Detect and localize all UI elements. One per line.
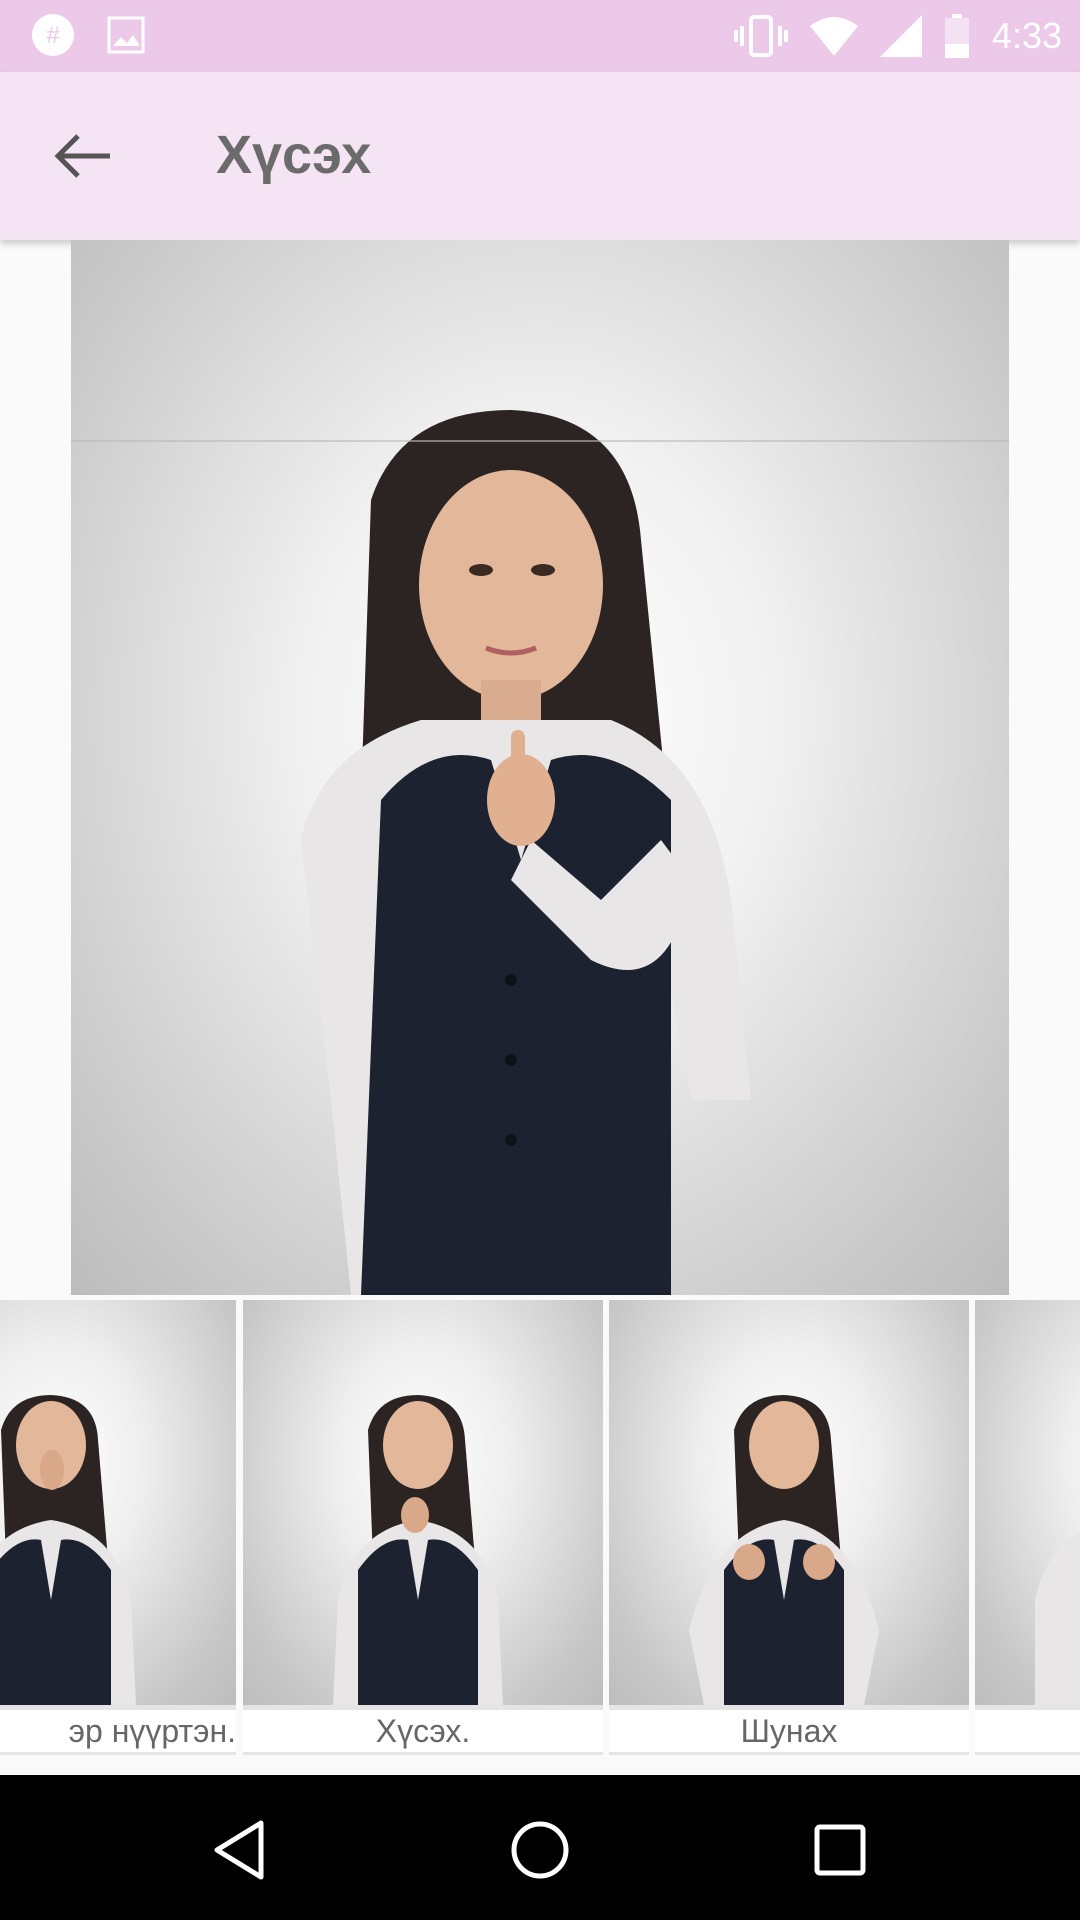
wifi-icon <box>809 17 858 56</box>
nav-back-button[interactable] <box>205 1815 275 1885</box>
thumbnail-item[interactable]: эр нүүртэн. <box>0 1300 236 1755</box>
thumbnail-figure <box>333 1395 503 1705</box>
person-figure <box>301 410 751 1295</box>
home-circle-icon <box>511 1821 569 1879</box>
page-title: Хүсэх <box>216 125 372 185</box>
app-bar: Хүсэх <box>0 72 1080 240</box>
arrow-left-icon <box>54 134 110 178</box>
nav-home-button[interactable] <box>505 1815 575 1885</box>
nav-recents-button[interactable] <box>805 1815 875 1885</box>
thumbnail-item[interactable] <box>975 1300 1080 1755</box>
thumbnail-caption: эр нүүртэн. <box>0 1710 236 1752</box>
thumbnail-item[interactable]: Хүсэх. <box>243 1300 603 1755</box>
thumbnail-item[interactable]: Шунах <box>609 1300 969 1755</box>
thumbnail-image <box>609 1300 969 1705</box>
navigation-bar <box>0 1775 1080 1920</box>
thumbnail-image <box>243 1300 603 1705</box>
status-bar: # 4:33 <box>0 0 1080 72</box>
vibrate-icon <box>733 15 788 57</box>
back-button[interactable] <box>52 128 116 184</box>
clock: 4:33 <box>991 15 1062 56</box>
thumbnail-figure <box>1035 1531 1080 1705</box>
thumbnail-caption: Шунах <box>609 1710 969 1752</box>
main-sign-image <box>71 240 1009 1295</box>
background-line <box>71 440 1009 442</box>
thumbnail-strip[interactable]: эр нүүртэн. Хүсэх. Шунах <box>0 1300 1080 1755</box>
thumbnail-image <box>0 1300 236 1705</box>
svg-text:#: # <box>46 22 60 49</box>
back-triangle-icon <box>214 1820 264 1880</box>
thumbnail-image <box>975 1300 1080 1705</box>
battery-icon <box>944 14 969 58</box>
signal-icon <box>879 15 922 57</box>
thumbnail-figure <box>689 1395 879 1705</box>
image-notification-icon <box>107 16 145 54</box>
thumbnail-caption <box>975 1710 1080 1752</box>
recents-square-icon <box>814 1824 866 1876</box>
app-notification-icon: # <box>32 14 74 56</box>
thumbnail-figure <box>0 1395 136 1705</box>
thumbnail-caption: Хүсэх. <box>243 1710 603 1752</box>
